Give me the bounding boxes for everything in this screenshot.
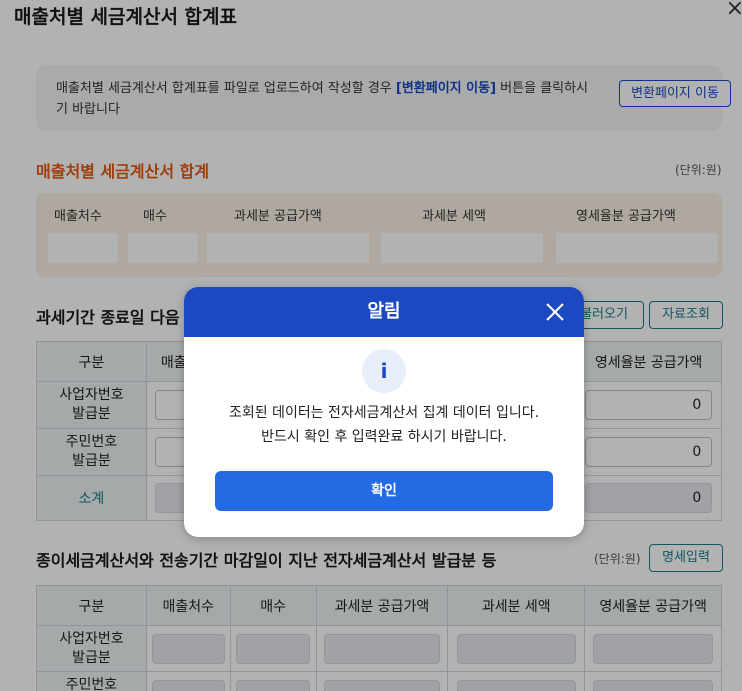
alert-message: 조회된 데이터는 전자세금계산서 집계 데이터 입니다. 반드시 확인 후 입력… — [184, 401, 584, 449]
alert-message-line1: 조회된 데이터는 전자세금계산서 집계 데이터 입니다. — [228, 405, 540, 421]
alert-message-line2: 반드시 확인 후 입력완료 하시기 바랍니다. — [261, 429, 507, 445]
confirm-button[interactable]: 확인 — [215, 471, 553, 511]
close-icon[interactable] — [544, 301, 566, 323]
alert-dialog: 알림 i 조회된 데이터는 전자세금계산서 집계 데이터 입니다. 반드시 확인… — [184, 287, 584, 537]
info-icon: i — [362, 349, 406, 393]
alert-dialog-title: 알림 — [367, 301, 401, 322]
